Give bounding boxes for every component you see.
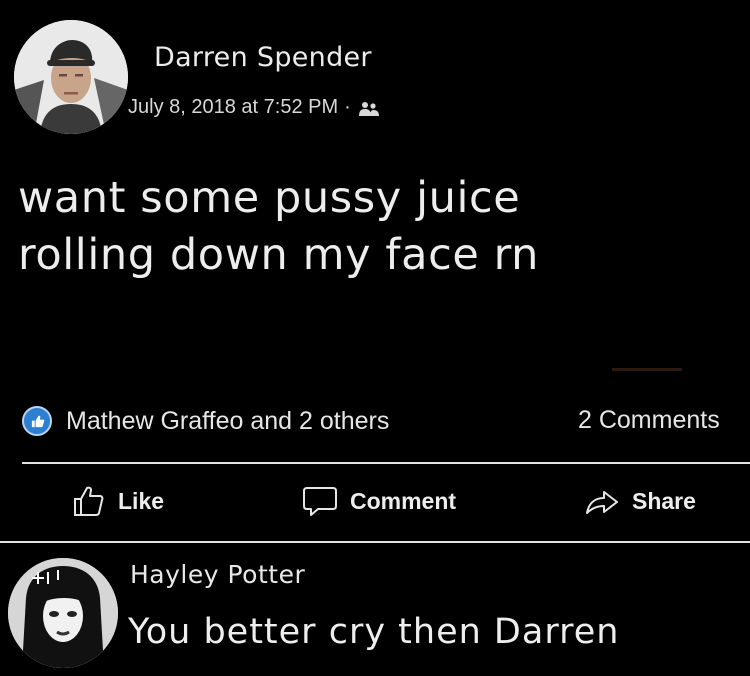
image-artifact: [612, 368, 682, 371]
thumbs-up-icon: [22, 406, 52, 436]
author-avatar[interactable]: [14, 20, 128, 134]
divider: [22, 462, 750, 464]
comment-icon: [303, 487, 337, 516]
divider: [0, 541, 750, 543]
share-button[interactable]: Share: [584, 484, 696, 518]
like-button[interactable]: Like: [72, 484, 164, 518]
post-text-line-1: want some pussy juice: [18, 173, 521, 223]
commenter-photo: [8, 558, 118, 668]
author-name[interactable]: Darren Spender: [154, 42, 372, 73]
comment-text: You better cry then Darren: [128, 612, 620, 652]
reactions-summary[interactable]: Mathew Graffeo and 2 others: [22, 406, 389, 436]
post-text-line-2: rolling down my face rn: [18, 230, 540, 280]
commenter-avatar[interactable]: [8, 558, 118, 668]
comment-button[interactable]: Comment: [302, 484, 456, 518]
share-label: Share: [632, 487, 696, 514]
comment-label: Comment: [350, 487, 457, 514]
post-header: Darren Spender July 8, 2018 at 7:52 PM ·: [0, 0, 750, 150]
meta-separator: ·: [344, 96, 351, 118]
post-text: want some pussy juice rolling down my fa…: [18, 170, 718, 284]
post-meta: July 8, 2018 at 7:52 PM ·: [128, 96, 379, 119]
author-photo: [14, 20, 128, 134]
reactions-text[interactable]: Mathew Graffeo and 2 others: [66, 407, 389, 436]
share-icon: [586, 491, 618, 514]
like-icon: [74, 486, 104, 516]
post-actions: Like Comment Share: [0, 478, 750, 528]
like-label: Like: [118, 487, 165, 514]
commenter-name[interactable]: Hayley Potter: [130, 560, 305, 589]
friends-icon[interactable]: [358, 100, 379, 116]
post-timestamp[interactable]: July 8, 2018 at 7:52 PM: [128, 96, 338, 119]
comments-count[interactable]: 2 Comments: [578, 406, 720, 435]
